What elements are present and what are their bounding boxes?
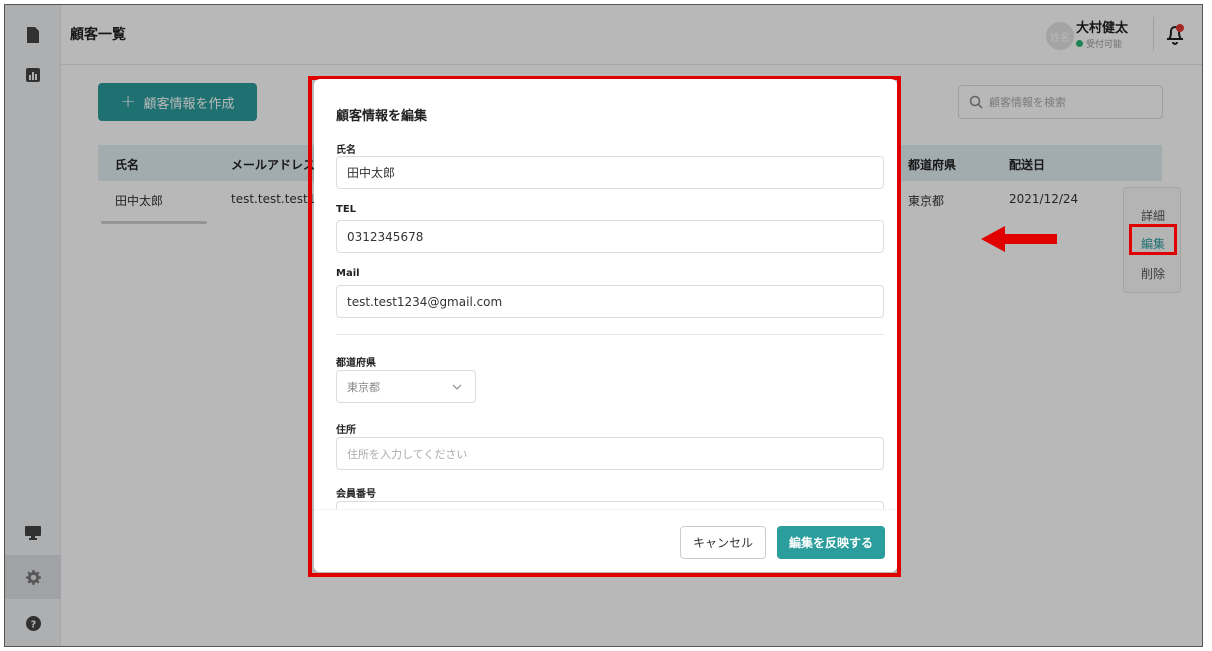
edit-customer-modal: 顧客情報を編集 氏名 田中太郎 TEL 0312345678 Mail test… — [314, 79, 897, 572]
name-field[interactable]: 田中太郎 — [336, 156, 884, 189]
prefecture-selected-value: 東京都 — [347, 380, 380, 394]
chevron-down-icon — [452, 384, 462, 390]
member-number-label: 会員番号 — [336, 489, 376, 500]
mail-field[interactable]: test.test1234@gmail.com — [336, 285, 884, 318]
app-window: ? 顧客一覧 姓名 大村健太 受付可能 + 顧客情報を作成 顧客情報を検索 氏名… — [4, 4, 1203, 647]
prefecture-label: 都道府県 — [336, 358, 376, 369]
prefecture-select[interactable]: 東京都 — [336, 370, 476, 403]
name-label: 氏名 — [336, 145, 356, 156]
mail-label: Mail — [336, 268, 360, 279]
tel-field[interactable]: 0312345678 — [336, 220, 884, 253]
cancel-button[interactable]: キャンセル — [680, 526, 766, 559]
address-field[interactable]: 住所を入力してください — [336, 437, 884, 470]
left-arrow-icon — [981, 226, 1057, 252]
form-divider — [336, 334, 884, 335]
modal-title: 顧客情報を編集 — [336, 109, 428, 124]
edit-highlight-box — [1129, 224, 1177, 255]
apply-edit-button[interactable]: 編集を反映する — [777, 526, 885, 559]
address-label: 住所 — [336, 425, 356, 436]
tel-label: TEL — [336, 204, 357, 215]
